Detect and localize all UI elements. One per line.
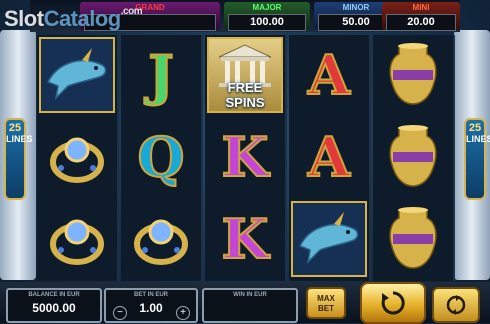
autoplay-icon xyxy=(446,295,466,315)
watermark-catalog: Catalog xyxy=(43,6,122,31)
ring-symbol xyxy=(39,201,115,277)
lines-badge-right: 25 LINES xyxy=(464,118,490,200)
win-display: WIN IN EUR xyxy=(202,288,298,323)
reel-5 xyxy=(373,35,455,281)
jackpot-major-label: MAJOR xyxy=(252,3,282,12)
balance-display: BALANCE IN EUR 5000.00 xyxy=(6,288,102,323)
bet-label: BET IN EUR xyxy=(133,292,168,298)
slot-game: 25 LINES 25 LINES GRAND MAJOR 100.00 MIN… xyxy=(0,0,490,324)
max-bet-line1: MAX xyxy=(317,294,335,303)
lines-word: LINES xyxy=(466,134,490,144)
vase-symbol xyxy=(375,119,451,195)
letter-k-symbol: K xyxy=(207,201,283,277)
autoplay-button[interactable] xyxy=(432,287,480,323)
watermark-suffix: .com xyxy=(120,6,143,17)
win-label: WIN IN EUR xyxy=(233,292,267,298)
letter-q-symbol: Q xyxy=(123,119,199,195)
letter-k-symbol: K xyxy=(207,119,283,195)
vase-symbol xyxy=(375,37,451,113)
reel-3: FREE SPINS K K xyxy=(205,35,287,281)
letter-a: A xyxy=(307,42,351,108)
free-spins-label: FREE SPINS xyxy=(225,80,265,110)
letter-a: A xyxy=(307,124,351,190)
reel-2: J Q xyxy=(121,35,203,281)
lines-count: 25 xyxy=(8,122,22,134)
dolphin-symbol xyxy=(291,201,367,277)
max-bet-line2: BET xyxy=(318,304,334,313)
lines-count: 25 xyxy=(468,122,482,134)
jackpot-mini: MINI 20.00 xyxy=(382,2,460,31)
reel-4: A A xyxy=(289,35,371,281)
ring-symbol xyxy=(123,201,199,277)
letter-j-symbol: J xyxy=(123,37,199,113)
bet-increase-button[interactable]: + xyxy=(176,306,190,320)
watermark: SlotCatalog.com xyxy=(4,6,143,32)
watermark-slot: Slot xyxy=(4,6,44,31)
balance-value: 5000.00 xyxy=(32,301,76,315)
reel-grid: J Q FREE SPINS K K A A xyxy=(37,35,455,281)
jackpot-mini-label: MINI xyxy=(412,3,430,12)
letter-j: J xyxy=(147,42,175,108)
jackpot-major: MAJOR 100.00 xyxy=(224,2,310,31)
spin-button[interactable] xyxy=(360,282,426,324)
lines-badge-left: 25 LINES xyxy=(4,118,33,200)
letter-q: Q xyxy=(136,124,185,190)
letter-k: K xyxy=(221,206,270,272)
jackpot-mini-value: 20.00 xyxy=(386,14,456,31)
letter-a-symbol: A xyxy=(291,37,367,113)
ring-symbol xyxy=(39,119,115,195)
lines-word: LINES xyxy=(6,134,33,144)
letter-k: K xyxy=(221,124,270,190)
max-bet-button[interactable]: MAX BET xyxy=(306,287,346,319)
bet-display: BET IN EUR − 1.00 + xyxy=(104,288,198,323)
balance-label: BALANCE IN EUR xyxy=(28,292,80,298)
letter-a-symbol: A xyxy=(291,119,367,195)
spin-icon xyxy=(381,291,405,315)
free-spins-symbol: FREE SPINS xyxy=(207,37,283,113)
jackpot-major-value: 100.00 xyxy=(228,14,306,31)
dolphin-symbol xyxy=(39,37,115,113)
vase-symbol xyxy=(375,201,451,277)
reel-1 xyxy=(37,35,119,281)
